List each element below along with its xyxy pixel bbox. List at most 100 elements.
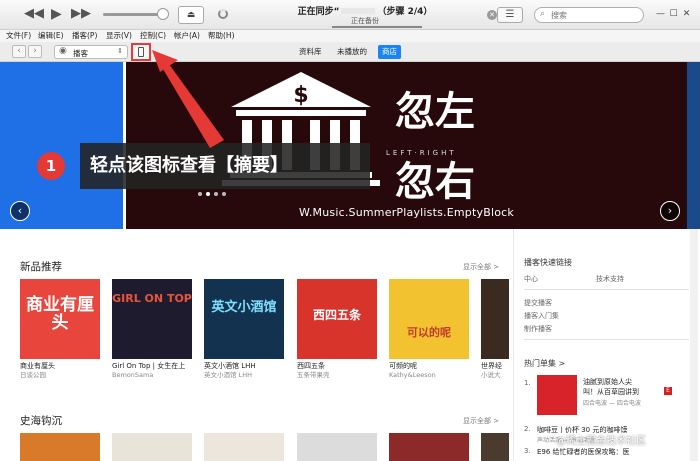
pagination-dot-active[interactable] xyxy=(206,192,210,196)
podcast-icon: ◉ xyxy=(59,46,67,56)
podcast-artwork[interactable]: 西四五条 xyxy=(297,279,377,359)
annotation-text: 轻点该图标查看【摘要】 xyxy=(90,155,288,176)
cancel-sync-icon[interactable]: ✕ xyxy=(487,10,497,20)
podcast-artwork[interactable] xyxy=(297,433,377,461)
podcast-card[interactable]: 商业有厘头 商业有厘头 日谈公园 xyxy=(20,279,100,379)
banner-next-arrow-icon[interactable]: › xyxy=(660,201,680,221)
banner-pagination[interactable] xyxy=(198,189,230,198)
podcast-artwork[interactable]: 英文小酒馆 xyxy=(204,279,284,359)
episode-author: 四合电波 — 四合电波 xyxy=(583,400,641,407)
artwork-text: 商业有厘头 xyxy=(26,295,94,333)
maximize-icon[interactable]: ☐ xyxy=(667,4,680,24)
media-type-label: 播客 xyxy=(73,49,88,58)
close-icon[interactable]: ✕ xyxy=(680,4,693,24)
menu-podcast[interactable]: 播客(P) xyxy=(72,30,97,42)
podcast-author: 英文小酒馆 LHH xyxy=(204,371,252,379)
podcast-artwork[interactable] xyxy=(204,433,284,461)
podcast-card[interactable]: 英文小酒馆 英文小酒馆 LHH 英文小酒馆 LHH xyxy=(204,279,284,379)
up-next-button[interactable]: ☰ xyxy=(497,7,523,23)
tab-library[interactable]: 资料库 xyxy=(299,45,322,59)
hot-episodes-title[interactable]: 热门单集 > xyxy=(524,358,565,369)
tab-unplayed[interactable]: 未播放的 xyxy=(337,45,367,59)
episode-title-cont[interactable]: 叫！从百草园讲到 xyxy=(583,387,639,397)
podcast-card[interactable]: 可以的呢 可频的呢 Kathy&Leeson xyxy=(389,279,469,379)
device-button[interactable] xyxy=(131,43,151,61)
scrollbar[interactable] xyxy=(690,229,698,461)
back-button[interactable]: ‹ xyxy=(12,45,26,58)
sync-spinner-icon xyxy=(218,9,228,19)
airplay-button[interactable]: ⏏ xyxy=(178,6,204,24)
podcast-artwork[interactable]: GIRL ON TOP xyxy=(112,279,192,359)
podcast-author: 小说大 xyxy=(481,371,501,379)
media-type-select[interactable]: ◉ 播客 ⇕ xyxy=(54,45,128,59)
fast-forward-icon[interactable]: ▶▶ xyxy=(71,7,91,21)
quick-link-submit[interactable]: 提交播客 xyxy=(524,298,552,308)
quick-link-support[interactable]: 技术支持 xyxy=(596,274,624,284)
quick-link-make[interactable]: 制作播客 xyxy=(524,324,552,334)
hot-rank: 2. xyxy=(524,425,531,433)
menu-bar: 文件(F) 编辑(E) 播客(P) 显示(V) 控制(C) 帐户(A) 帮助(H… xyxy=(0,30,700,42)
artwork-text: 可以的呢 xyxy=(407,326,451,339)
podcast-artwork[interactable] xyxy=(481,433,509,461)
podcast-title[interactable]: 商业有厘头 xyxy=(20,362,100,371)
volume-slider[interactable] xyxy=(103,13,163,16)
see-all-history-link[interactable]: 显示全部 > xyxy=(463,416,499,426)
banner-title-zuo: 忽左 xyxy=(395,88,475,135)
iphone-icon xyxy=(138,47,144,57)
podcast-artwork[interactable] xyxy=(112,433,192,461)
menu-account[interactable]: 帐户(A) xyxy=(174,30,200,42)
pagination-dot[interactable] xyxy=(222,192,226,196)
pagination-dot[interactable] xyxy=(214,192,218,196)
rewind-icon[interactable]: ◀◀ xyxy=(24,7,44,21)
svg-text:$: $ xyxy=(293,83,308,108)
divider xyxy=(524,289,689,290)
podcast-artwork[interactable]: 可以的呢 xyxy=(389,279,469,359)
podcast-artwork[interactable] xyxy=(481,279,509,359)
quick-link-starter[interactable]: 播客入门集 xyxy=(524,311,559,321)
pagination-dot[interactable] xyxy=(198,192,202,196)
chevron-updown-icon: ⇕ xyxy=(117,47,123,55)
menu-edit[interactable]: 编辑(E) xyxy=(38,30,64,42)
menu-file[interactable]: 文件(F) xyxy=(6,30,31,42)
podcast-title[interactable]: Girl On Top | 女生在上 xyxy=(112,362,192,371)
search-box[interactable]: ⌕ xyxy=(534,7,644,23)
banner-prev-arrow-icon[interactable]: ‹ xyxy=(10,201,30,221)
podcast-card[interactable]: 世界经 小说大 xyxy=(481,279,509,379)
explicit-badge: E xyxy=(664,387,672,395)
section-title-history: 史海钩沉 xyxy=(20,415,62,427)
episode-title[interactable]: E96 给忙碌者的医保攻略：医 xyxy=(537,447,630,457)
episode-title[interactable]: 油腻到原始人尖 xyxy=(583,377,632,387)
podcast-artwork[interactable] xyxy=(20,433,100,461)
podcast-author: 五条带果壳 xyxy=(297,371,330,379)
volume-knob[interactable] xyxy=(157,8,169,20)
banner-title-you: 忽右 xyxy=(395,158,475,205)
sync-progress-bar xyxy=(332,26,422,28)
episode-artwork[interactable] xyxy=(537,375,577,415)
podcast-title[interactable]: 西四五条 xyxy=(297,362,377,371)
search-input[interactable] xyxy=(551,9,641,21)
banner-next-slide[interactable] xyxy=(687,62,700,229)
tab-store[interactable]: 商店 xyxy=(378,45,401,59)
podcast-artwork[interactable] xyxy=(389,433,469,461)
podcast-artwork[interactable]: 商业有厘头 xyxy=(20,279,100,359)
menu-view[interactable]: 显示(V) xyxy=(106,30,132,42)
podcast-title[interactable]: 英文小酒馆 LHH xyxy=(204,362,284,371)
play-icon[interactable]: ▶ xyxy=(51,7,62,21)
see-all-new-link[interactable]: 显示全部 > xyxy=(463,262,499,272)
artwork-text: 西四五条 xyxy=(312,308,361,322)
minimize-icon[interactable]: — xyxy=(654,4,667,24)
menu-controls[interactable]: 控制(C) xyxy=(140,30,166,42)
podcast-title[interactable]: 世界经 xyxy=(481,362,509,371)
quick-link-center[interactable]: 中心 xyxy=(524,274,538,284)
podcast-author: 日谈公园 xyxy=(20,371,46,379)
blurred-device-name xyxy=(341,8,376,14)
search-icon: ⌕ xyxy=(540,9,546,19)
menu-help[interactable]: 帮助(H) xyxy=(208,30,235,42)
forward-button[interactable]: › xyxy=(28,45,42,58)
divider xyxy=(524,339,689,340)
quick-links-title: 播客快速链接 xyxy=(524,258,572,267)
podcast-title[interactable]: 可频的呢 xyxy=(389,362,469,371)
podcast-card[interactable]: 西四五条 西四五条 五条带果壳 xyxy=(297,279,377,379)
podcast-card[interactable]: GIRL ON TOP Girl On Top | 女生在上 BemonSama xyxy=(112,279,192,379)
section-title-new: 新品推荐 xyxy=(20,261,62,273)
